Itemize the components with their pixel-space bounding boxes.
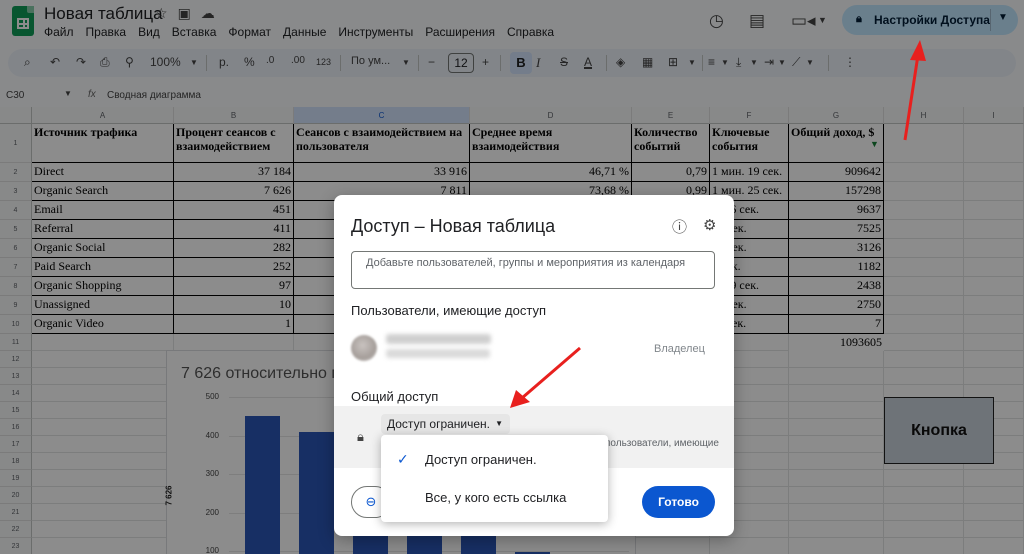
- check-icon: ✓: [397, 451, 409, 467]
- general-access-label: Общий доступ: [351, 389, 439, 404]
- help-icon[interactable]: ⓘ: [672, 216, 687, 237]
- gear-icon[interactable]: ⚙: [703, 216, 716, 234]
- done-button[interactable]: Готово: [642, 486, 715, 518]
- chevron-down-icon: ▼: [495, 419, 503, 428]
- avatar: [351, 335, 377, 361]
- dialog-title: Доступ – Новая таблица: [351, 216, 556, 236]
- menu-item-restricted[interactable]: ✓ Доступ ограничен.: [381, 441, 608, 477]
- owner-role: Владелец: [654, 343, 705, 355]
- add-people-input[interactable]: Добавьте пользователей, группы и меропри…: [351, 251, 715, 289]
- user-email-blurred: [386, 349, 490, 358]
- lock-icon: 🔒︎: [357, 429, 364, 444]
- people-with-access-label: Пользователи, имеющие доступ: [351, 303, 547, 318]
- access-description: пользователи, имеющие: [605, 438, 719, 449]
- access-dropdown-menu: ✓ Доступ ограничен. Все, у кого есть ссы…: [381, 435, 608, 522]
- access-level-select[interactable]: Доступ ограничен. ▼: [381, 414, 510, 434]
- menu-item-anyone-with-link[interactable]: Все, у кого есть ссылка: [381, 479, 608, 515]
- link-icon: ⊖: [365, 494, 377, 509]
- user-name-blurred: [386, 334, 491, 344]
